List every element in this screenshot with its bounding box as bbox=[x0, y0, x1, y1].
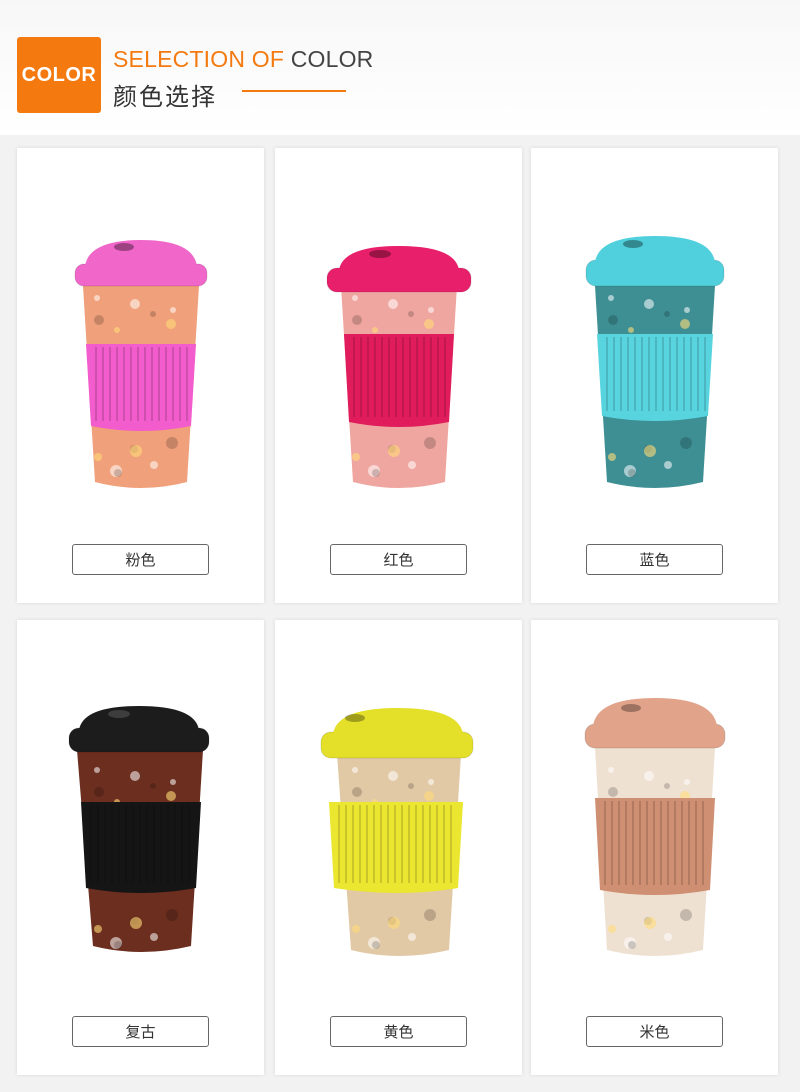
section-title-en: SELECTION OF COLOR bbox=[113, 46, 373, 73]
color-label[interactable]: 粉色 bbox=[72, 544, 209, 575]
product-card-pink[interactable]: 粉色 bbox=[17, 148, 264, 603]
section-title-en-rest: COLOR bbox=[290, 46, 374, 72]
color-label[interactable]: 黄色 bbox=[330, 1016, 467, 1047]
product-card-beige[interactable]: 米色 bbox=[531, 620, 778, 1075]
section-title-cn: 颜色选择 bbox=[113, 83, 217, 111]
dungeons-pattern-icon bbox=[68, 706, 210, 952]
section-title-en-highlight: SELECTION OF bbox=[113, 46, 285, 72]
girl-bird-pattern-icon bbox=[326, 246, 472, 488]
palm-tree-pattern-icon bbox=[584, 698, 726, 956]
color-label[interactable]: 蓝色 bbox=[586, 544, 723, 575]
color-label[interactable]: 米色 bbox=[586, 1016, 723, 1047]
color-label[interactable]: 复古 bbox=[72, 1016, 209, 1047]
title-underline bbox=[242, 90, 346, 92]
product-card-red[interactable]: 红色 bbox=[275, 148, 522, 603]
jungle-animal-pattern-icon bbox=[320, 708, 474, 956]
product-card-yellow[interactable]: 黄色 bbox=[275, 620, 522, 1075]
forest-animal-pattern-icon bbox=[585, 236, 725, 488]
product-card-vintage[interactable]: 复古 bbox=[17, 620, 264, 1075]
color-label[interactable]: 红色 bbox=[330, 544, 467, 575]
color-badge: COLOR bbox=[17, 37, 101, 113]
product-card-blue[interactable]: 蓝色 bbox=[531, 148, 778, 603]
fox-floral-pattern-icon bbox=[74, 240, 208, 488]
